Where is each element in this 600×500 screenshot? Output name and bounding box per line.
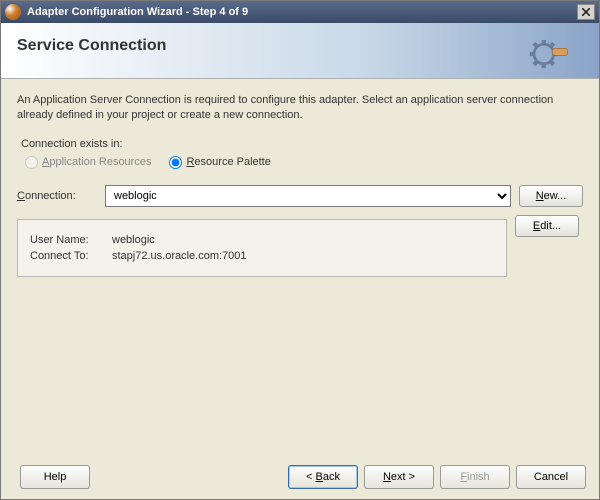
exists-in-radio-group: Application Resources Resource Palette <box>25 156 583 169</box>
next-button[interactable]: Next > <box>364 465 434 489</box>
gear-icon <box>527 33 569 75</box>
close-button[interactable] <box>577 4 595 20</box>
radio-resource-palette[interactable]: Resource Palette <box>169 156 270 169</box>
help-button[interactable]: Help <box>20 465 90 489</box>
radio-application-resources-input <box>25 156 38 169</box>
user-name-label: User Name: <box>30 234 112 246</box>
connection-label: Connection: <box>17 190 97 202</box>
connect-to-value: stapj72.us.oracle.com:7001 <box>112 250 247 262</box>
description-text: An Application Server Connection is requ… <box>17 93 583 124</box>
connection-details: User Name: weblogic Connect To: stapj72.… <box>17 219 507 277</box>
exists-in-label: Connection exists in: <box>21 138 583 150</box>
cancel-button[interactable]: Cancel <box>516 465 586 489</box>
back-button[interactable]: < Back <box>288 465 358 489</box>
connection-select[interactable]: weblogic <box>105 185 511 207</box>
titlebar: Adapter Configuration Wizard - Step 4 of… <box>1 1 599 23</box>
wizard-banner: Service Connection <box>1 23 599 79</box>
radio-resource-palette-input[interactable] <box>169 156 182 169</box>
connection-row: Connection: weblogic New... <box>17 185 583 207</box>
page-title: Service Connection <box>17 37 583 55</box>
close-icon <box>582 8 590 16</box>
edit-connection-button[interactable]: Edit... <box>515 215 579 237</box>
window-title: Adapter Configuration Wizard - Step 4 of… <box>27 6 577 18</box>
user-name-value: weblogic <box>112 234 155 246</box>
app-icon <box>5 4 21 20</box>
new-connection-button[interactable]: New... <box>519 185 583 207</box>
footer-buttons: Help < Back Next > Finish Cancel <box>0 458 600 500</box>
content-area: An Application Server Connection is requ… <box>1 79 599 277</box>
connect-to-label: Connect To: <box>30 250 112 262</box>
finish-button: Finish <box>440 465 510 489</box>
radio-application-resources: Application Resources <box>25 156 151 169</box>
